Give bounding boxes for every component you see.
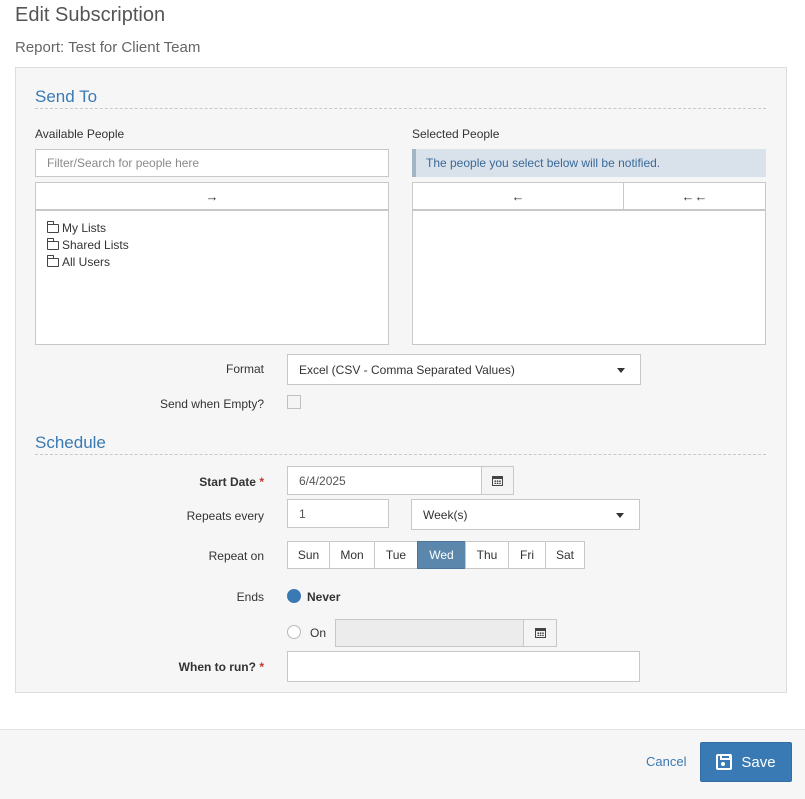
cancel-link[interactable]: Cancel xyxy=(646,754,686,769)
when-to-run-label: When to run? * xyxy=(100,660,264,674)
page-title: Edit Subscription xyxy=(15,4,166,26)
send-when-empty-checkbox[interactable] xyxy=(287,395,301,409)
folder-icon xyxy=(47,221,59,233)
day-toggle-tue[interactable]: Tue xyxy=(374,541,418,569)
format-select[interactable]: Excel (CSV - Comma Separated Values) xyxy=(287,354,641,385)
arrow-right-icon: → xyxy=(205,188,219,204)
tree-item-label: All Users xyxy=(62,254,111,269)
selected-people-info: The people you select below will be noti… xyxy=(412,149,766,177)
tree-item-shared-lists[interactable]: Shared Lists xyxy=(47,236,129,253)
add-person-button[interactable]: → xyxy=(35,182,389,210)
arrow-left-icon: ← xyxy=(511,188,525,204)
folder-icon xyxy=(47,255,59,267)
page-subtitle: Report: Test for Client Team xyxy=(15,39,201,56)
day-toggle-fri[interactable]: Fri xyxy=(508,541,546,569)
people-search-placeholder: Filter/Search for people here xyxy=(47,156,200,170)
available-people-label: Available People xyxy=(35,127,125,141)
calendar-icon xyxy=(534,628,546,638)
schedule-heading: Schedule xyxy=(35,433,106,452)
start-date-calendar-button[interactable] xyxy=(481,466,514,495)
tree-item-label: Shared Lists xyxy=(62,237,129,252)
format-label: Format xyxy=(225,362,264,376)
day-toggle-sat[interactable]: Sat xyxy=(545,541,585,569)
floppy-disk-icon xyxy=(716,754,733,770)
chevron-down-icon xyxy=(617,367,625,373)
tree-item-my-lists[interactable]: My Lists xyxy=(47,219,129,236)
save-button-label: Save xyxy=(741,753,776,771)
start-date-value: 6/4/2025 xyxy=(299,473,346,488)
ends-label: Ends xyxy=(236,590,264,604)
day-toggle-thu[interactable]: Thu xyxy=(465,541,509,569)
send-when-empty-label: Send when Empty? xyxy=(159,397,264,411)
remove-person-button[interactable]: ← xyxy=(412,182,624,210)
day-toggle-wed[interactable]: Wed xyxy=(417,541,466,569)
format-select-value: Excel (CSV - Comma Separated Values) xyxy=(299,362,515,377)
required-marker: * xyxy=(259,660,264,674)
repeats-every-value: 1 xyxy=(299,506,306,521)
tree-item-all-users[interactable]: All Users xyxy=(47,253,129,270)
when-to-run-input[interactable] xyxy=(287,651,640,682)
repeat-unit-select[interactable]: Week(s) xyxy=(411,499,640,530)
schedule-divider xyxy=(35,454,766,455)
calendar-icon xyxy=(492,475,503,486)
ends-on-date-input[interactable] xyxy=(335,619,524,647)
repeats-every-input[interactable]: 1 xyxy=(287,499,389,528)
selected-people-list[interactable] xyxy=(412,210,766,345)
tree-item-label: My Lists xyxy=(62,220,107,235)
repeats-every-label: Repeats every xyxy=(186,509,264,523)
selected-people-label: Selected People xyxy=(412,127,500,141)
send-to-divider xyxy=(35,108,766,109)
double-arrow-left-icon: ←← xyxy=(681,188,708,204)
send-to-heading: Send To xyxy=(35,87,98,106)
chevron-down-icon xyxy=(616,512,624,518)
ends-on-calendar-button[interactable] xyxy=(523,619,557,647)
remove-all-people-button[interactable]: ←← xyxy=(623,182,766,210)
ends-never-radio[interactable] xyxy=(287,589,301,603)
repeat-on-day-group: Sun Mon Tue Wed Thu Fri Sat xyxy=(287,541,585,569)
repeat-unit-value: Week(s) xyxy=(423,507,468,522)
ends-never-label: Never xyxy=(307,590,341,604)
start-date-input[interactable]: 6/4/2025 xyxy=(287,466,482,495)
available-people-list[interactable]: My Lists Shared Lists All Users xyxy=(35,210,389,345)
start-date-label-text: Start Date xyxy=(199,475,256,489)
save-button[interactable]: Save xyxy=(700,742,792,782)
selected-people-info-text: The people you select below will be noti… xyxy=(426,156,661,170)
start-date-label: Start Date * xyxy=(100,475,264,489)
required-marker: * xyxy=(259,475,264,489)
folder-icon xyxy=(47,238,59,250)
ends-on-label: On xyxy=(310,626,327,640)
day-toggle-sun[interactable]: Sun xyxy=(287,541,330,569)
day-toggle-mon[interactable]: Mon xyxy=(329,541,375,569)
people-search-input[interactable]: Filter/Search for people here xyxy=(35,149,389,177)
ends-on-radio[interactable] xyxy=(287,625,301,639)
when-to-run-label-text: When to run? xyxy=(178,660,256,674)
repeat-on-label: Repeat on xyxy=(208,549,264,563)
